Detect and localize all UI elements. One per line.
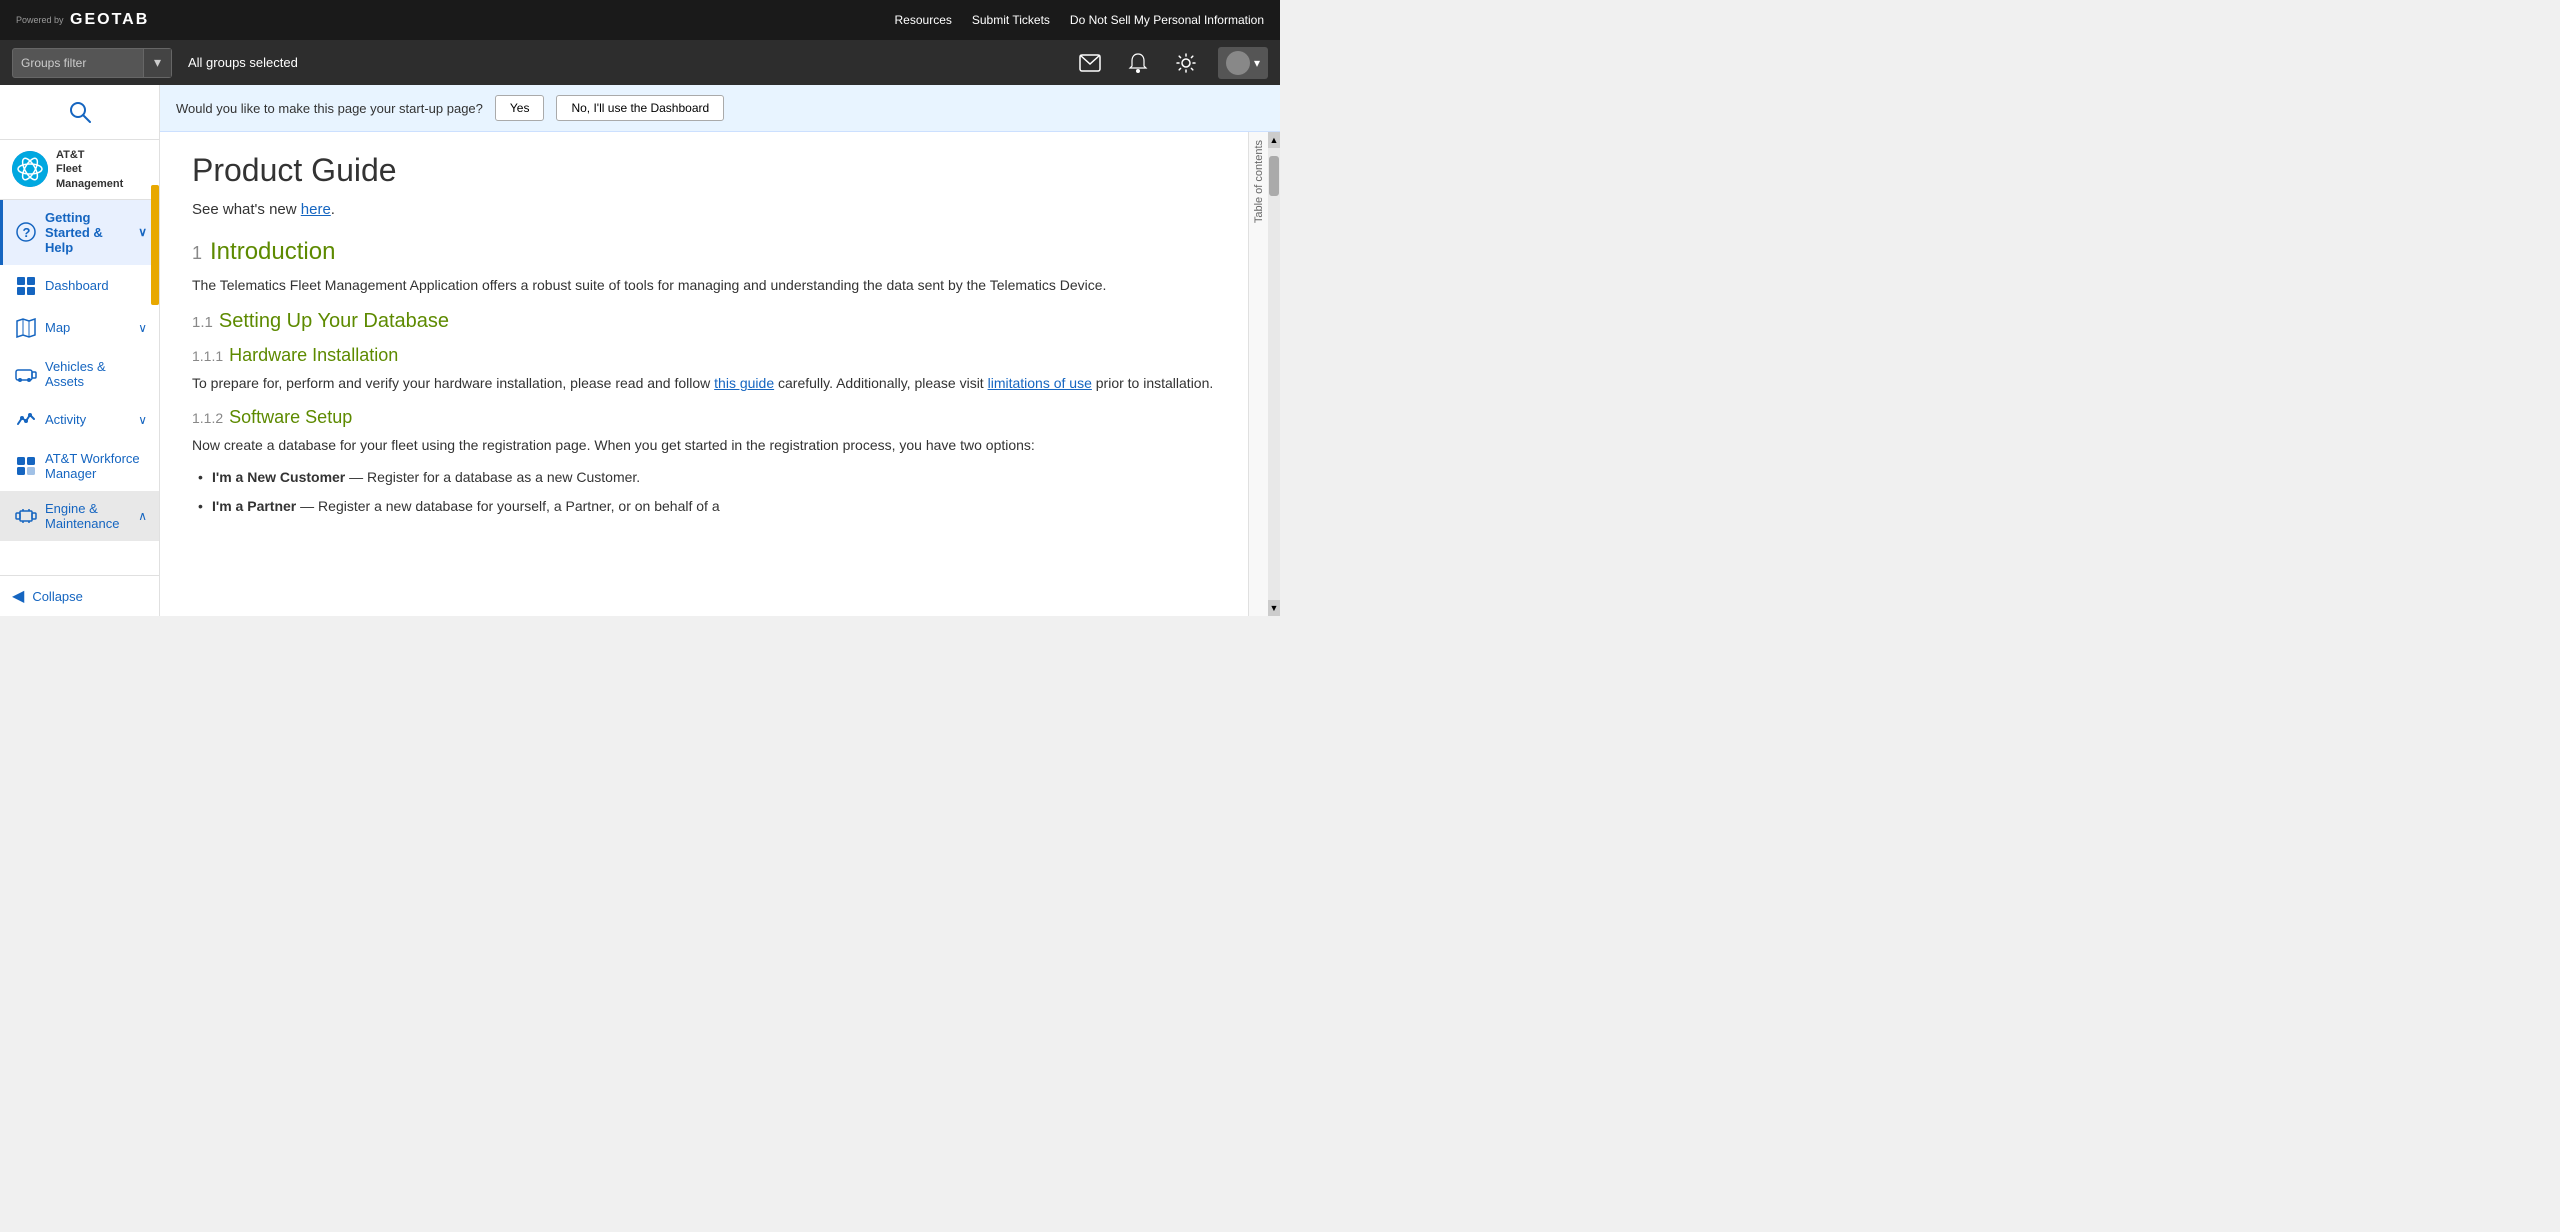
startup-question: Would you like to make this page your st…: [176, 101, 483, 116]
section-1-1-2-header: 1.1.2 Software Setup: [192, 407, 1216, 428]
this-guide-link[interactable]: this guide: [714, 375, 774, 391]
sidebar-brand: AT&T Fleet Management: [0, 140, 159, 200]
sidebar-item-engine[interactable]: Engine & Maintenance ∧: [0, 491, 159, 541]
sidebar-collapse-button[interactable]: ◀ Collapse: [0, 575, 159, 616]
vehicles-icon: [15, 363, 37, 385]
section-1-1-2-title: Software Setup: [229, 407, 352, 428]
doc-title: Product Guide: [192, 152, 1216, 189]
section-1-title: Introduction: [210, 238, 335, 266]
here-link[interactable]: here: [301, 201, 331, 218]
startup-yes-button[interactable]: Yes: [495, 95, 545, 121]
list-item: I'm a New Customer — Register for a data…: [212, 466, 1216, 488]
sidebar-scroll-handle[interactable]: [151, 185, 159, 305]
logo-area: Powered by GEOTAB: [16, 6, 170, 35]
svg-text:GEOTAB: GEOTAB: [70, 11, 149, 28]
notification-bell-icon[interactable]: [1122, 47, 1154, 79]
getting-started-expand[interactable]: ∨: [138, 225, 147, 239]
brand-name: AT&T Fleet Management: [56, 148, 147, 191]
map-icon: [15, 317, 37, 339]
collapse-arrow-icon: ◀: [12, 586, 24, 606]
toc-sidebar: Table of contents: [1248, 132, 1268, 616]
section-1-body: The Telematics Fleet Management Applicat…: [192, 274, 1216, 296]
doc-intro: See what's new here.: [192, 201, 1216, 218]
submit-tickets-link[interactable]: Submit Tickets: [972, 13, 1050, 27]
section-1-1-1-header: 1.1.1 Hardware Installation: [192, 345, 1216, 366]
startup-no-button[interactable]: No, I'll use the Dashboard: [556, 95, 724, 121]
brand-icon: [12, 151, 48, 187]
sidebar-item-activity[interactable]: Activity ∨: [0, 399, 159, 441]
main-layout: AT&T Fleet Management ? Getting Started …: [0, 85, 1280, 616]
dashboard-icon: [15, 275, 37, 297]
groups-filter-select[interactable]: Groups filter ▾: [12, 48, 172, 78]
activity-label: Activity: [45, 412, 130, 427]
logo-text: GEOTAB: [70, 6, 170, 35]
svg-text:?: ?: [23, 225, 31, 240]
user-avatar: [1226, 51, 1250, 75]
top-bar: Powered by GEOTAB Resources Submit Ticke…: [0, 0, 1280, 40]
scroll-up-button[interactable]: ▲: [1268, 132, 1280, 148]
collapse-label: Collapse: [32, 589, 83, 604]
limitations-link[interactable]: limitations of use: [988, 375, 1092, 391]
activity-icon: [15, 409, 37, 431]
user-menu-button[interactable]: ▾: [1218, 47, 1268, 79]
engine-icon: [15, 505, 37, 527]
mail-icon[interactable]: [1074, 47, 1106, 79]
nav-items: ? Getting Started & Help ∨ Dashboard: [0, 200, 159, 575]
map-label: Map: [45, 320, 130, 335]
list-item: I'm a Partner — Register a new database …: [212, 495, 1216, 517]
sidebar-item-getting-started[interactable]: ? Getting Started & Help ∨: [0, 200, 159, 265]
document-content: Product Guide See what's new here. 1 Int…: [160, 132, 1248, 616]
do-not-sell-link[interactable]: Do Not Sell My Personal Information: [1070, 13, 1264, 27]
powered-by-text: Powered by: [16, 15, 64, 26]
workforce-icon: [15, 455, 37, 477]
sidebar-search: [0, 85, 159, 140]
section-1-num: 1: [192, 243, 202, 264]
section-1-1-1-title: Hardware Installation: [229, 345, 398, 366]
section-1-1-2-body: Now create a database for your fleet usi…: [192, 434, 1216, 456]
startup-bar: Would you like to make this page your st…: [160, 85, 1280, 132]
right-scrollbar: ▲ ▼: [1268, 132, 1280, 616]
section-1-1-header: 1.1 Setting Up Your Database: [192, 310, 1216, 333]
scroll-down-button[interactable]: ▼: [1268, 600, 1280, 616]
engine-expand[interactable]: ∧: [138, 509, 147, 523]
sidebar-item-workforce[interactable]: AT&T Workforce Manager: [0, 441, 159, 491]
map-expand[interactable]: ∨: [138, 321, 147, 335]
getting-started-icon: ?: [15, 221, 37, 243]
document-wrapper: Product Guide See what's new here. 1 Int…: [160, 132, 1280, 616]
vehicles-label: Vehicles & Assets: [45, 359, 147, 389]
sidebar-item-vehicles[interactable]: Vehicles & Assets: [0, 349, 159, 399]
section-1-1-2-num: 1.1.2: [192, 410, 223, 426]
resources-link[interactable]: Resources: [895, 13, 952, 27]
getting-started-label: Getting Started & Help: [45, 210, 130, 255]
toc-label[interactable]: Table of contents: [1253, 140, 1265, 223]
sidebar-item-dashboard[interactable]: Dashboard: [0, 265, 159, 307]
user-dropdown-arrow: ▾: [1254, 56, 1260, 70]
doc-list: I'm a New Customer — Register for a data…: [192, 466, 1216, 517]
section-1-header: 1 Introduction: [192, 238, 1216, 266]
settings-gear-icon[interactable]: [1170, 47, 1202, 79]
top-bar-links: Resources Submit Tickets Do Not Sell My …: [895, 13, 1264, 27]
dashboard-label: Dashboard: [45, 278, 147, 293]
section-1-1-1-num: 1.1.1: [192, 348, 223, 364]
workforce-label: AT&T Workforce Manager: [45, 451, 147, 481]
groups-filter-dropdown-arrow[interactable]: ▾: [143, 49, 171, 77]
groups-filter-label: Groups filter: [13, 56, 143, 70]
section-1-1-title: Setting Up Your Database: [219, 310, 449, 333]
section-1-1-1-body: To prepare for, perform and verify your …: [192, 372, 1216, 394]
section-1-1-num: 1.1: [192, 314, 213, 331]
all-groups-text: All groups selected: [188, 55, 298, 70]
sidebar: AT&T Fleet Management ? Getting Started …: [0, 85, 160, 616]
filter-bar: Groups filter ▾ All groups selected ▾: [0, 40, 1280, 85]
geotab-logo: Powered by GEOTAB: [16, 6, 170, 35]
activity-expand[interactable]: ∨: [138, 413, 147, 427]
content-area: Would you like to make this page your st…: [160, 85, 1280, 616]
engine-label: Engine & Maintenance: [45, 501, 130, 531]
filter-bar-icons: ▾: [1074, 47, 1268, 79]
search-icon[interactable]: [12, 97, 147, 127]
scroll-thumb[interactable]: [1269, 156, 1279, 196]
scroll-track: [1268, 148, 1280, 600]
sidebar-item-map[interactable]: Map ∨: [0, 307, 159, 349]
